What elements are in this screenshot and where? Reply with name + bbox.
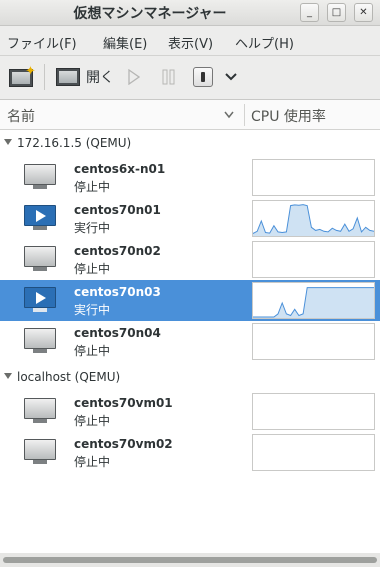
cpu-usage-graph — [252, 323, 375, 360]
close-button[interactable]: ✕ — [354, 3, 373, 22]
vm-running-icon — [24, 287, 56, 313]
vm-name: centos70n01 — [74, 203, 161, 217]
monitor-icon — [56, 68, 80, 86]
connection-group-2[interactable]: localhost (QEMU) — [0, 367, 380, 389]
horizontal-scrollbar[interactable] — [0, 553, 380, 567]
vm-name: centos70vm02 — [74, 437, 173, 451]
menu-bar: ファイル(F) 編集(E) 表示(V) ヘルプ(H) — [0, 26, 380, 56]
connection-label: 172.16.1.5 (QEMU) — [17, 136, 132, 150]
vm-stopped-icon — [24, 328, 56, 354]
vm-status: 実行中 — [74, 221, 111, 235]
vm-row[interactable]: centos70n04 停止中 — [0, 321, 380, 362]
vm-name: centos70n03 — [74, 285, 161, 299]
cpu-usage-graph — [252, 434, 375, 471]
connection-group-1[interactable]: 172.16.1.5 (QEMU) — [0, 133, 380, 155]
window-titlebar: 仮想マシンマネージャー _ □ ✕ — [0, 0, 380, 26]
cpu-sparkline — [253, 287, 374, 318]
play-icon — [128, 69, 140, 85]
vm-name: centos70vm01 — [74, 396, 173, 410]
open-label: 開く — [86, 70, 114, 86]
menu-file[interactable]: ファイル(F) — [7, 33, 77, 52]
menu-view[interactable]: 表示(V) — [168, 33, 213, 52]
vm-status: 停止中 — [74, 414, 111, 428]
cpu-usage-graph — [252, 159, 375, 196]
scrollbar-thumb[interactable] — [3, 557, 377, 563]
vm-row-selected[interactable]: centos70n03 実行中 — [0, 280, 380, 321]
vm-status: 停止中 — [74, 262, 111, 276]
column-cpu-header[interactable]: CPU 使用率 — [251, 106, 326, 126]
open-button[interactable]: 開く — [56, 64, 114, 90]
vm-stopped-icon — [24, 164, 56, 190]
sort-chevron-icon[interactable] — [224, 111, 234, 119]
vm-status: 停止中 — [74, 180, 111, 194]
vm-row[interactable]: centos70vm01 停止中 — [0, 391, 380, 432]
cpu-usage-graph — [252, 282, 375, 319]
new-vm-icon: ✦ — [9, 64, 36, 88]
column-header: 名前 CPU 使用率 — [0, 100, 380, 130]
maximize-button[interactable]: □ — [327, 3, 346, 22]
chevron-down-icon — [225, 73, 237, 81]
vm-status: 実行中 — [74, 303, 111, 317]
shutdown-icon — [193, 67, 213, 87]
shutdown-menu-button[interactable] — [225, 64, 237, 90]
cpu-sparkline — [253, 204, 374, 236]
vm-name: centos70n02 — [74, 244, 161, 258]
pause-button[interactable] — [162, 64, 176, 90]
shutdown-button[interactable] — [193, 64, 213, 90]
connection-label: localhost (QEMU) — [17, 370, 121, 384]
cpu-usage-graph — [252, 200, 375, 237]
vm-stopped-icon — [24, 398, 56, 424]
vm-name: centos6x-n01 — [74, 162, 166, 176]
minimize-button[interactable]: _ — [300, 3, 319, 22]
pause-icon — [162, 69, 175, 85]
vm-status: 停止中 — [74, 455, 111, 469]
expand-triangle-icon[interactable] — [4, 373, 12, 379]
menu-help[interactable]: ヘルプ(H) — [235, 33, 294, 52]
vm-stopped-icon — [24, 439, 56, 465]
column-divider — [244, 104, 245, 126]
toolbar-separator — [44, 64, 45, 90]
vm-row[interactable]: centos6x-n01 停止中 — [0, 157, 380, 198]
expand-triangle-icon[interactable] — [4, 139, 12, 145]
run-button[interactable] — [128, 64, 140, 90]
new-vm-button[interactable]: ✦ — [9, 64, 36, 90]
window-title: 仮想マシンマネージャー — [73, 6, 227, 22]
cpu-sparkline-area — [253, 287, 374, 318]
vm-status: 停止中 — [74, 344, 111, 358]
vm-row[interactable]: centos70n02 停止中 — [0, 239, 380, 280]
vm-row[interactable]: centos70n01 実行中 — [0, 198, 380, 239]
menu-edit[interactable]: 編集(E) — [103, 33, 147, 52]
vm-running-icon — [24, 205, 56, 231]
cpu-usage-graph — [252, 393, 375, 430]
column-name-header[interactable]: 名前 — [7, 106, 35, 126]
vm-stopped-icon — [24, 246, 56, 272]
vm-name: centos70n04 — [74, 326, 161, 340]
cpu-usage-graph — [252, 241, 375, 278]
vm-row[interactable]: centos70vm02 停止中 — [0, 432, 380, 473]
toolbar: ✦ 開く — [0, 56, 380, 100]
